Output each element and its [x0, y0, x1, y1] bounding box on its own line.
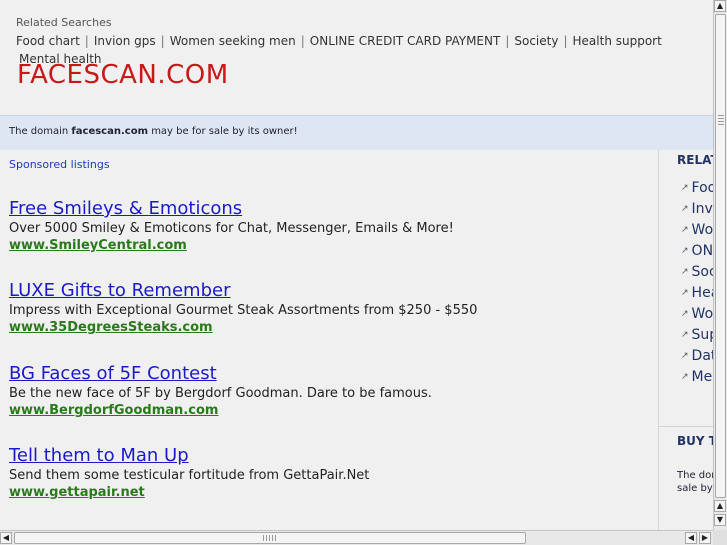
- arrow-bullet-icon: ↗: [681, 204, 689, 214]
- scroll-left-arrow-icon[interactable]: ◀: [685, 532, 697, 544]
- related-link-online-credit-card-payment[interactable]: ONLINE CREDIT CARD PAYMENT: [310, 34, 501, 48]
- ad-url-link[interactable]: www.35DegreesSteaks.com: [9, 319, 649, 336]
- sidebar-item-label: Invion gps: [691, 201, 713, 217]
- scroll-right-arrow-icon[interactable]: ▶: [699, 532, 711, 544]
- arrow-bullet-icon: ↗: [681, 309, 689, 319]
- sidebar-item[interactable]: ↗Dating: [681, 346, 713, 367]
- sidebar-item[interactable]: ↗Society: [681, 262, 713, 283]
- domain-sale-bar: The domain facescan.com may be for sale …: [0, 115, 713, 151]
- sidebar-item[interactable]: ↗Women seeking men: [681, 304, 713, 325]
- scroll-left-arrow-icon[interactable]: ◀: [0, 532, 12, 544]
- vertical-scrollbar[interactable]: ▲ ▲ ▼: [713, 0, 727, 530]
- ad-url-link[interactable]: www.BergdorfGoodman.com: [9, 402, 649, 419]
- horizontal-scroll-thumb[interactable]: [14, 532, 526, 544]
- related-link-society[interactable]: Society: [514, 34, 558, 48]
- sidebar-item-label: Women seeking men: [691, 222, 713, 238]
- arrow-bullet-icon: ↗: [681, 267, 689, 277]
- sale-suffix: may be for sale by its owner!: [151, 126, 298, 137]
- related-searches-sidebar: RELATED SEARCHES ↗Food chart ↗Invion gps…: [659, 150, 713, 530]
- separator: |: [505, 34, 510, 48]
- sidebar-list: ↗Food chart ↗Invion gps ↗Women seeking m…: [681, 178, 713, 388]
- sponsored-listings-column: Sponsored listings Free Smileys & Emotic…: [0, 150, 659, 530]
- ad-title-link[interactable]: Tell them to Man Up: [9, 445, 649, 467]
- arrow-bullet-icon: ↗: [681, 351, 689, 361]
- ad-title-link[interactable]: LUXE Gifts to Remember: [9, 280, 649, 302]
- separator: |: [563, 34, 568, 48]
- ad-description: Over 5000 Smiley & Emoticons for Chat, M…: [9, 221, 454, 236]
- separator: |: [300, 34, 305, 48]
- related-searches-label: Related Searches: [16, 16, 112, 29]
- related-link-women-seeking-men[interactable]: Women seeking men: [170, 34, 296, 48]
- sale-domain: facescan.com: [71, 126, 148, 137]
- ad-title-link[interactable]: BG Faces of 5F Contest: [9, 363, 649, 385]
- sponsored-listings-label: Sponsored listings: [9, 158, 110, 171]
- sidebar-item[interactable]: ↗ONLINE CREDIT CARD PAYMENT: [681, 241, 713, 262]
- sidebar-item[interactable]: ↗Support groups: [681, 325, 713, 346]
- sidebar-item-label: Women seeking men: [691, 306, 713, 322]
- page-viewport: Related Searches Food chart | Invion gps | W…: [0, 0, 713, 530]
- ad-listing: LUXE Gifts to Remember Impress with Exce…: [9, 280, 649, 336]
- sidebar-item[interactable]: ↗Women seeking men: [681, 220, 713, 241]
- related-link-health-support[interactable]: Health support: [573, 34, 662, 48]
- horizontal-scrollbar[interactable]: ◀ ◀ ▶: [0, 530, 713, 545]
- sidebar-item[interactable]: ↗Food chart: [681, 178, 713, 199]
- site-title[interactable]: FACESCAN.COM: [17, 60, 229, 90]
- sidebar-item-label: Dating: [691, 348, 713, 364]
- ad-url-link[interactable]: www.gettapair.net: [9, 484, 649, 501]
- sidebar-item-label: Support groups: [691, 327, 713, 343]
- ad-description: Be the new face of 5F by Bergdorf Goodma…: [9, 386, 432, 401]
- ad-listing: Tell them to Man Up Send them some testi…: [9, 445, 649, 501]
- sidebar-item[interactable]: ↗Mental health: [681, 367, 713, 388]
- sidebar-item-label: ONLINE CREDIT CARD PAYMENT: [691, 243, 713, 259]
- buy-domain-text: The domain facescan.com may be for sale …: [677, 470, 713, 494]
- sidebar-item[interactable]: ↗Health support: [681, 283, 713, 304]
- arrow-bullet-icon: ↗: [681, 330, 689, 340]
- scroll-up-arrow-icon[interactable]: ▲: [714, 500, 726, 512]
- sale-prefix: The domain: [9, 126, 69, 137]
- sidebar-divider: [659, 426, 713, 427]
- ad-listing: BG Faces of 5F Contest Be the new face o…: [9, 363, 649, 419]
- separator: |: [160, 34, 165, 48]
- ad-description: Impress with Exceptional Gourmet Steak A…: [9, 303, 478, 318]
- ad-url-link[interactable]: www.SmileyCentral.com: [9, 237, 649, 254]
- grip-icon: [263, 535, 277, 541]
- sidebar-heading: RELATED SEARCHES: [677, 153, 713, 167]
- sidebar-item-label: Health support: [691, 285, 713, 301]
- sidebar-item-label: Mental health: [691, 369, 713, 385]
- sidebar-item[interactable]: ↗Invion gps: [681, 199, 713, 220]
- domain-sale-notice: The domain facescan.com may be for sale …: [9, 126, 298, 137]
- scroll-up-arrow-icon[interactable]: ▲: [714, 0, 726, 12]
- top-bar: Related Searches Food chart | Invion gps | W…: [0, 0, 713, 115]
- related-link-food-chart[interactable]: Food chart: [16, 34, 80, 48]
- vertical-scroll-thumb[interactable]: [715, 14, 726, 498]
- related-link-invion-gps[interactable]: Invion gps: [94, 34, 156, 48]
- arrow-bullet-icon: ↗: [681, 372, 689, 382]
- sidebar-item-label: Food chart: [691, 180, 713, 196]
- separator: |: [84, 34, 89, 48]
- arrow-bullet-icon: ↗: [681, 246, 689, 256]
- arrow-bullet-icon: ↗: [681, 183, 689, 193]
- sidebar-item-label: Society: [691, 264, 713, 280]
- scroll-down-arrow-icon[interactable]: ▼: [714, 514, 726, 526]
- ad-listing: Free Smileys & Emoticons Over 5000 Smile…: [9, 198, 649, 254]
- scrollbar-corner: [713, 530, 727, 545]
- ad-title-link[interactable]: Free Smileys & Emoticons: [9, 198, 649, 220]
- arrow-bullet-icon: ↗: [681, 288, 689, 298]
- arrow-bullet-icon: ↗: [681, 225, 689, 235]
- grip-icon: [718, 115, 724, 127]
- ad-description: Send them some testicular fortitude from…: [9, 468, 370, 483]
- buy-domain-heading: BUY THIS DOMAIN: [677, 434, 713, 448]
